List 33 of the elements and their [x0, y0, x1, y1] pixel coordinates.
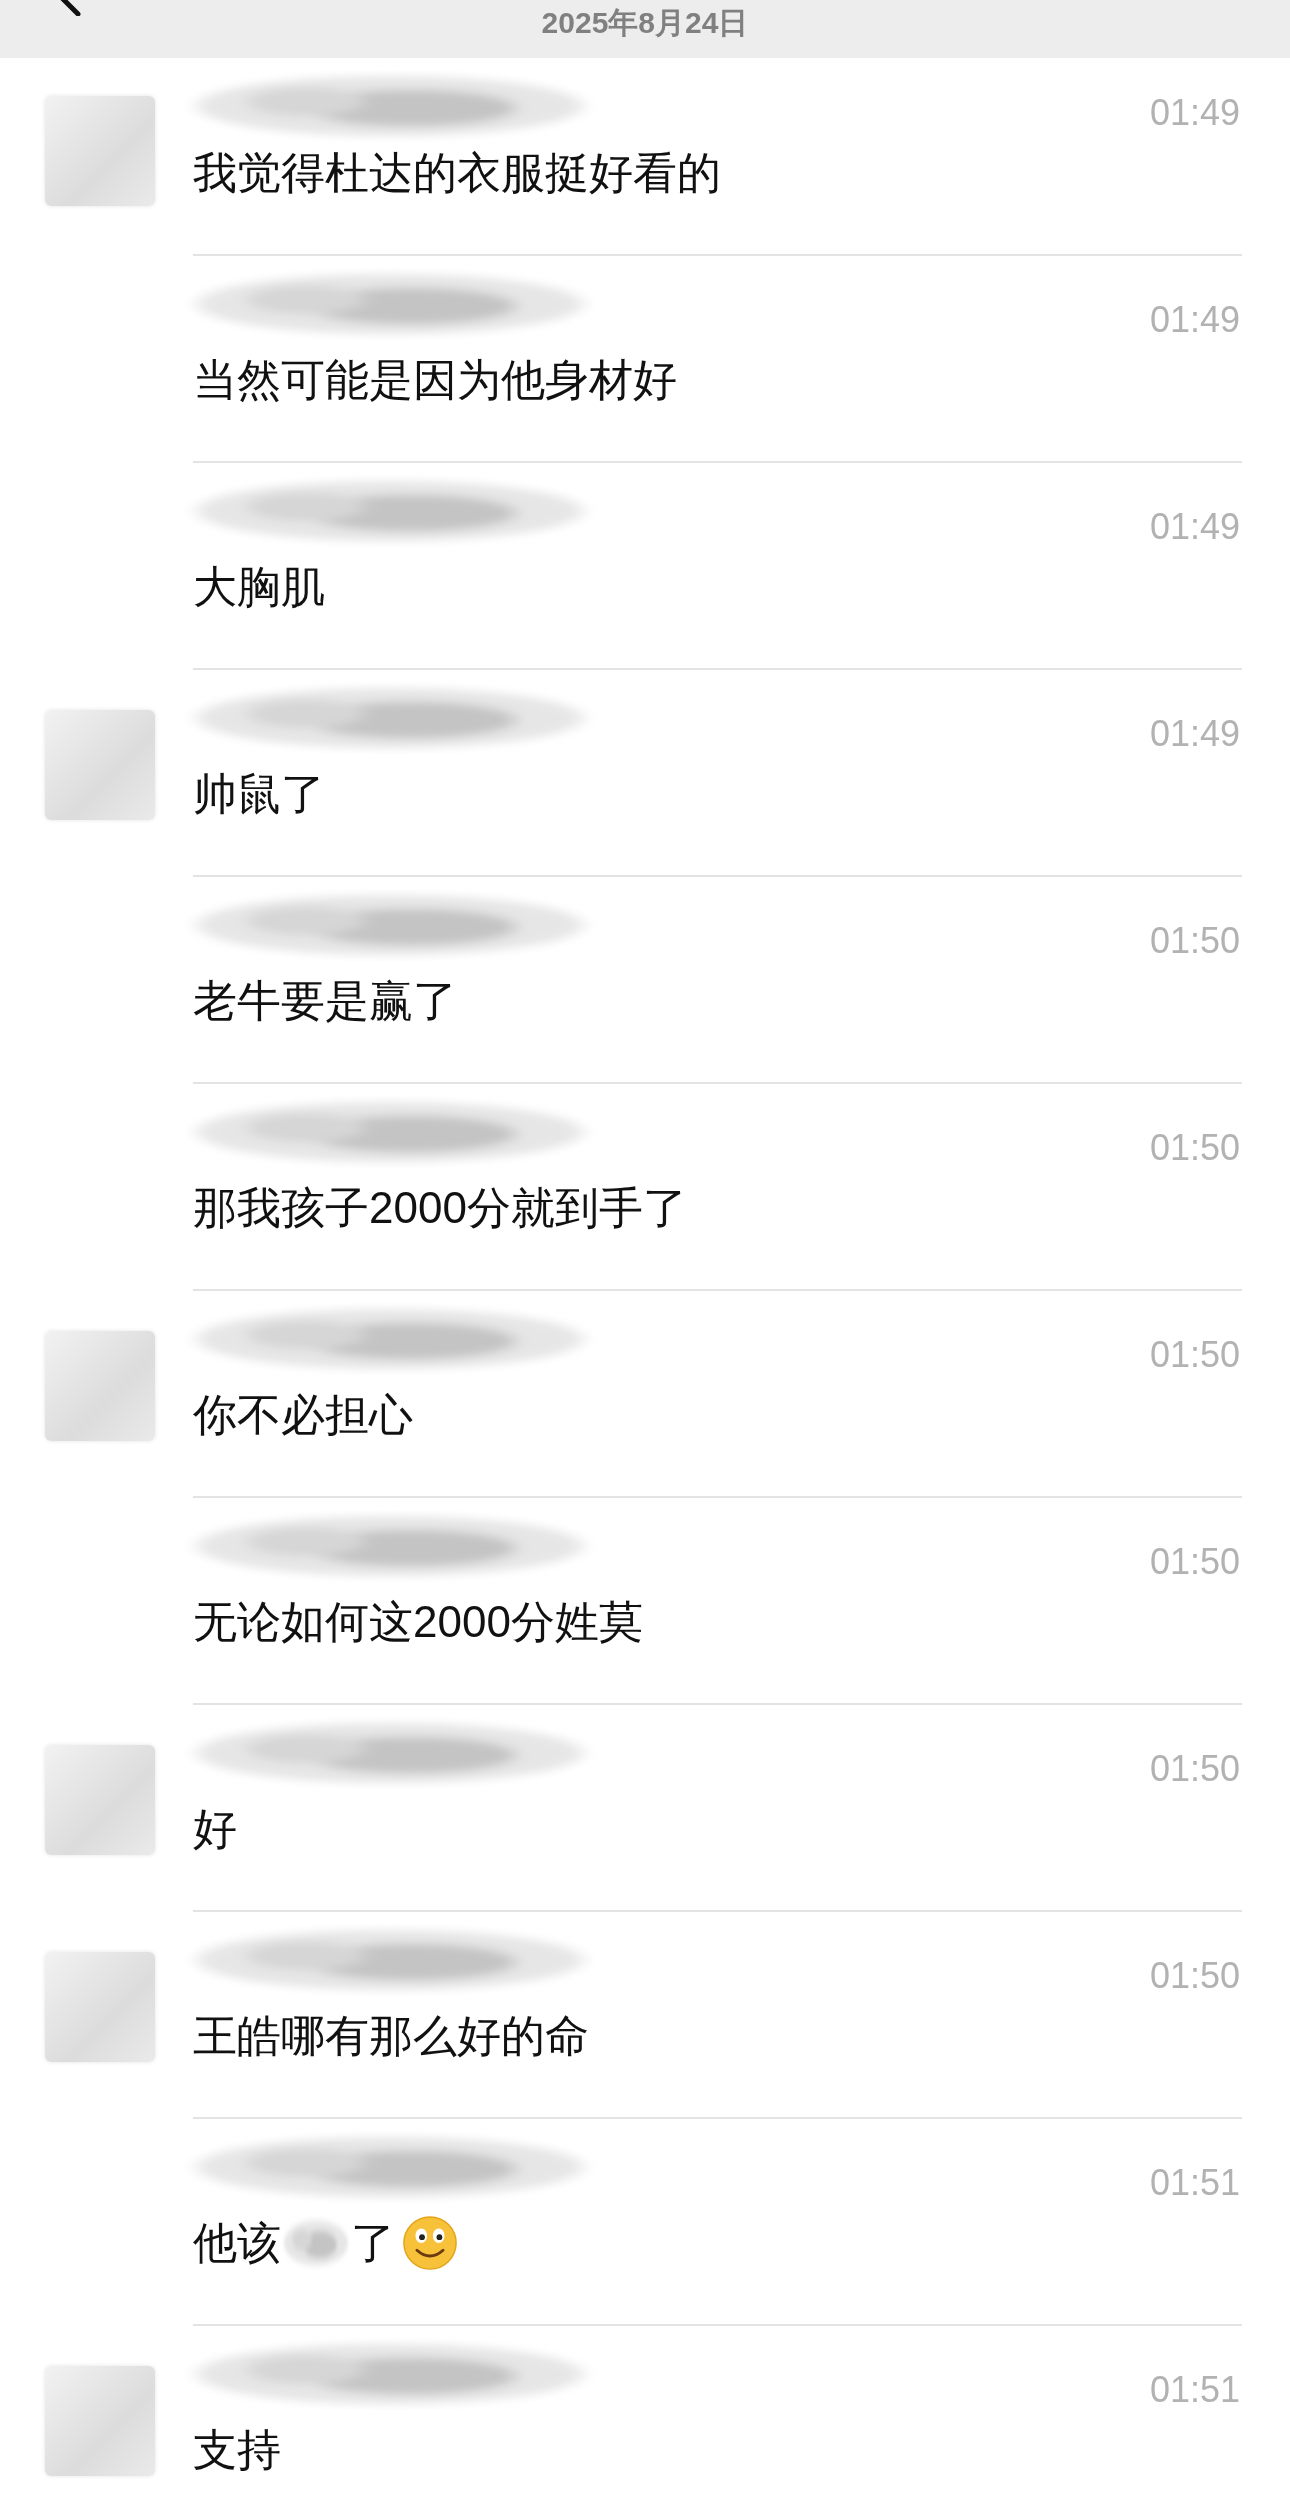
avatar[interactable]	[45, 1745, 155, 1855]
message-time: 01:50	[1149, 1127, 1241, 1169]
message-time: 01:51	[1149, 2369, 1241, 2411]
message-time: 01:50	[1149, 1955, 1241, 1997]
message-text: 大胸肌	[193, 561, 325, 613]
message-time: 01:51	[1149, 2162, 1241, 2204]
avatar[interactable]	[45, 1952, 155, 2062]
message-time: 01:49	[1149, 92, 1241, 134]
message-time: 01:50	[1149, 1748, 1241, 1790]
message-text: 好	[193, 1803, 237, 1855]
message-text: 你不必担心	[193, 1389, 413, 1441]
message-text: 他该	[193, 2217, 281, 2269]
message-time: 01:49	[1149, 713, 1241, 755]
message-text: 我觉得杜达的衣服挺好看的	[193, 147, 721, 199]
avatar[interactable]	[45, 1331, 155, 1441]
message-text: 无论如何这2000分姓莫	[193, 1596, 643, 1648]
message-text: 王皓哪有那么好的命	[193, 2010, 589, 2062]
avatar[interactable]	[45, 2366, 155, 2476]
date-label: 2025年8月24日	[541, 5, 749, 41]
smiley-emoji-icon	[401, 2214, 459, 2272]
message-text: 帅鼠了	[193, 768, 325, 820]
message-time: 01:50	[1149, 1541, 1241, 1583]
avatar[interactable]	[45, 96, 155, 206]
avatar[interactable]	[45, 710, 155, 820]
message-text: 了	[351, 2217, 395, 2269]
message-text: 当然可能是因为他身材好	[193, 354, 677, 406]
message-text: 那我孩子2000分就到手了	[193, 1182, 687, 1234]
message-text: 老牛要是赢了	[193, 975, 457, 1027]
message-time: 01:49	[1149, 506, 1241, 548]
message-time: 01:50	[1149, 920, 1241, 962]
message-time: 01:50	[1149, 1334, 1241, 1376]
message-text: 支持	[193, 2424, 281, 2476]
message-time: 01:49	[1149, 299, 1241, 341]
